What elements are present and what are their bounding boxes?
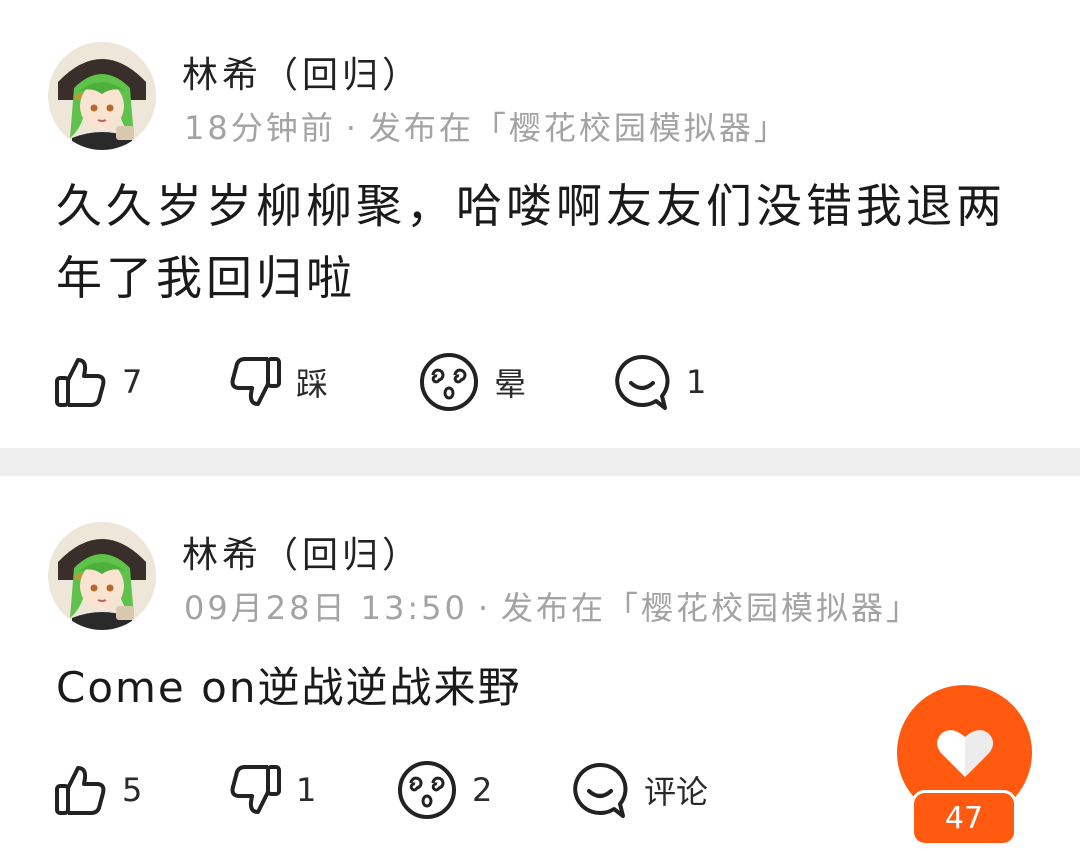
post-card[interactable]: 林希（回归） 18分钟前 · 发布在「樱花校园模拟器」 久久岁岁柳柳聚，哈喽啊友友们… bbox=[0, 0, 1080, 448]
dizzy-button[interactable]: 晕 bbox=[418, 350, 526, 414]
post-divider bbox=[0, 448, 1080, 476]
floating-like-count: 47 bbox=[911, 790, 1017, 846]
thumbs-up-icon bbox=[55, 358, 106, 407]
dizzy-face-icon bbox=[420, 353, 478, 411]
like-count: 5 bbox=[122, 771, 143, 809]
post-content[interactable]: 久久岁岁柳柳聚，哈喽啊友友们没错我退两年了我回归啦 bbox=[56, 170, 1016, 314]
dizzy-count: 2 bbox=[472, 771, 493, 809]
author-name[interactable]: 林希（回归） bbox=[182, 526, 422, 578]
post-community[interactable]: 发布在「樱花校园模拟器」 bbox=[501, 589, 921, 627]
dizzy-button[interactable]: 2 bbox=[396, 758, 492, 822]
post-content[interactable]: Come on逆战逆战来野 bbox=[56, 652, 1016, 724]
like-count: 7 bbox=[122, 363, 143, 401]
post-time: 18分钟前 bbox=[184, 109, 336, 147]
comment-icon bbox=[615, 354, 670, 410]
dislike-count: 1 bbox=[296, 771, 317, 809]
thumbs-down-icon bbox=[230, 357, 281, 406]
thumbs-up-icon bbox=[55, 766, 106, 815]
avatar[interactable] bbox=[48, 42, 156, 150]
post-meta: 09月28日 13:50 · 发布在「樱花校园模拟器」 bbox=[184, 583, 921, 629]
post-time: 09月28日 13:50 bbox=[184, 589, 468, 627]
post-meta: 18分钟前 · 发布在「樱花校园模拟器」 bbox=[184, 103, 789, 149]
author-name[interactable]: 林希（回归） bbox=[182, 46, 422, 98]
meta-separator: · bbox=[345, 109, 359, 147]
dislike-button[interactable]: 踩 bbox=[228, 350, 328, 414]
like-button[interactable]: 7 bbox=[54, 350, 142, 414]
dislike-label: 踩 bbox=[296, 365, 329, 403]
comment-count: 1 bbox=[686, 363, 707, 401]
comment-button[interactable]: 1 bbox=[612, 350, 706, 414]
thumbs-down-icon bbox=[230, 765, 281, 814]
avatar[interactable] bbox=[48, 522, 156, 630]
comment-label: 评论 bbox=[644, 773, 709, 811]
avatar-image bbox=[48, 42, 156, 150]
dislike-button[interactable]: 1 bbox=[228, 758, 316, 822]
comment-button[interactable]: 评论 bbox=[570, 758, 708, 822]
post-actions: 7 踩 晕 1 bbox=[0, 350, 1080, 414]
dizzy-label: 晕 bbox=[494, 365, 527, 403]
post-community[interactable]: 发布在「樱花校园模拟器」 bbox=[369, 109, 789, 147]
dizzy-face-icon bbox=[398, 761, 456, 819]
heart-icon bbox=[936, 729, 993, 777]
avatar-image bbox=[48, 522, 156, 630]
meta-separator: · bbox=[477, 589, 492, 627]
like-button[interactable]: 5 bbox=[54, 758, 142, 822]
post-feed: 林希（回归） 18分钟前 · 发布在「樱花校园模拟器」 久久岁岁柳柳聚，哈喽啊友友们… bbox=[0, 0, 1080, 851]
comment-icon bbox=[573, 762, 628, 818]
